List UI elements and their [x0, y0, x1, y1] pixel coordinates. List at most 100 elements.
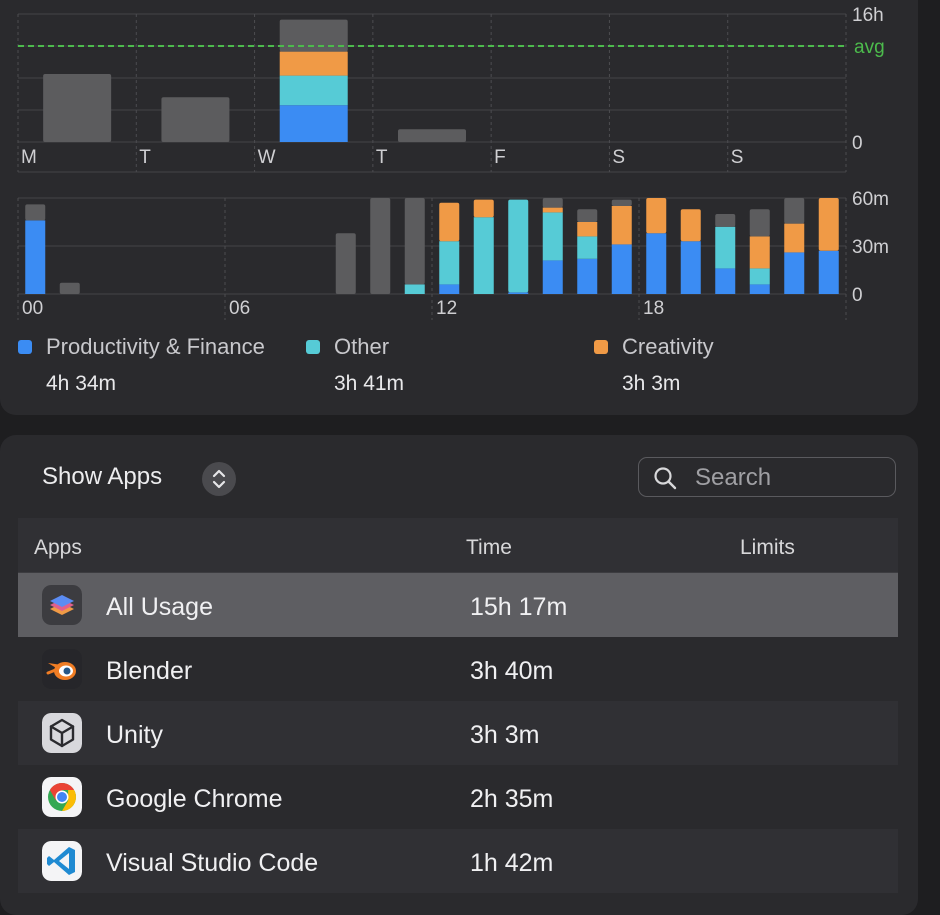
- weekly-bar-uncategorized: [161, 97, 230, 142]
- vscode-icon: [42, 841, 82, 881]
- weekly-bar-uncategorized: [43, 74, 112, 142]
- table-header: Apps Time Limits: [18, 518, 898, 573]
- hourly-bar-creativity: [680, 209, 701, 242]
- weekly-usage-chart[interactable]: 16h avg 0 M T W T F S S: [0, 0, 900, 175]
- app-name: Google Chrome: [106, 785, 283, 813]
- y-tick-label: 0: [852, 285, 863, 306]
- app-time: 1h 42m: [470, 849, 554, 877]
- y-tick-label: 16h: [852, 5, 884, 26]
- legend-swatch: [18, 340, 32, 354]
- unity-icon: [42, 713, 82, 753]
- hourly-bar-productivity: [784, 252, 805, 294]
- hourly-bar-productivity: [818, 250, 839, 294]
- hourly-bar-productivity: [611, 244, 632, 294]
- legend-label: Other: [334, 334, 390, 359]
- app-time: 3h 40m: [470, 657, 554, 685]
- hourly-bar-other: [577, 236, 598, 259]
- hourly-bar-uncategorized: [542, 198, 563, 208]
- hourly-bar-other: [542, 212, 563, 261]
- day-label: M: [21, 147, 37, 168]
- app-time: 3h 3m: [470, 721, 540, 749]
- hourly-bar-productivity: [715, 268, 736, 294]
- hourly-bar-productivity: [680, 241, 701, 294]
- day-label: W: [258, 147, 276, 168]
- hourly-bar-uncategorized: [784, 198, 805, 224]
- hourly-bar-other: [508, 199, 529, 293]
- day-label: T: [139, 147, 151, 168]
- average-label: avg: [854, 37, 885, 58]
- y-tick-label: 0: [852, 133, 863, 154]
- hourly-bar-productivity: [508, 292, 529, 294]
- hourly-bar-creativity: [439, 202, 460, 242]
- legend-value: 4h 34m: [46, 372, 117, 395]
- weekly-bar-creativity: [279, 51, 348, 76]
- hourly-bar-uncategorized: [370, 198, 391, 294]
- hourly-bar-productivity: [646, 233, 667, 294]
- hourly-bar-other: [404, 284, 425, 294]
- app-name: All Usage: [106, 593, 213, 621]
- hourly-bar-productivity: [439, 284, 460, 294]
- hourly-bar-uncategorized: [59, 282, 80, 294]
- app-name: Unity: [106, 721, 163, 749]
- day-label: F: [494, 147, 506, 168]
- app-time: 2h 35m: [470, 785, 554, 813]
- chrome-icon: [42, 777, 82, 817]
- hourly-bar-uncategorized: [749, 209, 770, 237]
- hourly-bar-other: [473, 217, 494, 294]
- hourly-bar-productivity: [749, 284, 770, 294]
- hourly-bar-creativity: [818, 198, 839, 251]
- table-row[interactable]: Blender 3h 40m: [18, 637, 898, 701]
- search-field[interactable]: [638, 457, 896, 497]
- search-input[interactable]: [693, 462, 887, 494]
- hourly-bar-uncategorized: [577, 209, 598, 222]
- show-apps-stepper[interactable]: [202, 462, 236, 496]
- day-label: T: [376, 147, 388, 168]
- legend-value: 3h 3m: [622, 372, 681, 395]
- hourly-bar-uncategorized: [715, 214, 736, 227]
- hourly-bar-uncategorized: [25, 204, 46, 221]
- table-row[interactable]: Google Chrome 2h 35m: [18, 765, 898, 829]
- blender-icon: [42, 649, 82, 689]
- hour-label: 06: [229, 298, 250, 319]
- legend-label: Creativity: [622, 334, 714, 359]
- apps-column-header[interactable]: Apps: [34, 536, 82, 560]
- hourly-bar-productivity: [542, 260, 563, 294]
- day-label: S: [612, 147, 625, 168]
- weekly-bar-productivity: [279, 105, 348, 142]
- limits-column-header[interactable]: Limits: [740, 536, 795, 560]
- all-usage-icon: [42, 585, 82, 625]
- hourly-bar-creativity: [577, 222, 598, 237]
- table-row[interactable]: Unity 3h 3m: [18, 701, 898, 765]
- legend-swatch: [594, 340, 608, 354]
- hourly-bar-creativity: [611, 206, 632, 245]
- hourly-bar-uncategorized: [611, 199, 632, 206]
- table-row[interactable]: Visual Studio Code 1h 42m: [18, 829, 898, 893]
- show-apps-label: Show Apps: [42, 463, 163, 490]
- apps-table: Apps Time Limits All Usage 15h 17m Blend…: [18, 518, 898, 893]
- search-icon: [654, 467, 677, 490]
- app-name: Blender: [106, 657, 193, 685]
- hourly-bar-productivity: [25, 220, 46, 294]
- app-name: Visual Studio Code: [106, 849, 319, 877]
- hourly-bar-uncategorized: [335, 233, 356, 294]
- hourly-bar-creativity: [473, 199, 494, 218]
- category-legend: Productivity & Finance 4h 34m Other 3h 4…: [18, 334, 898, 404]
- day-label: S: [731, 147, 744, 168]
- hourly-bar-other: [715, 226, 736, 269]
- hourly-usage-chart[interactable]: 60m30m000 06 12 18: [0, 190, 900, 320]
- y-tick-label: 30m: [852, 237, 889, 258]
- hourly-bar-creativity: [784, 223, 805, 253]
- hourly-bar-other: [749, 268, 770, 285]
- weekly-bar-uncategorized: [398, 129, 466, 142]
- hour-label: 00: [22, 298, 43, 319]
- legend-label: Productivity & Finance: [46, 334, 265, 359]
- hour-label: 12: [436, 298, 457, 319]
- table-row[interactable]: All Usage 15h 17m: [18, 573, 898, 637]
- time-column-header[interactable]: Time: [466, 536, 512, 560]
- hourly-bar-other: [439, 241, 460, 285]
- hourly-bar-creativity: [646, 198, 667, 234]
- hourly-bar-uncategorized: [404, 198, 425, 285]
- hourly-bar-productivity: [577, 258, 598, 294]
- hour-label: 18: [643, 298, 664, 319]
- legend-value: 3h 41m: [334, 372, 405, 395]
